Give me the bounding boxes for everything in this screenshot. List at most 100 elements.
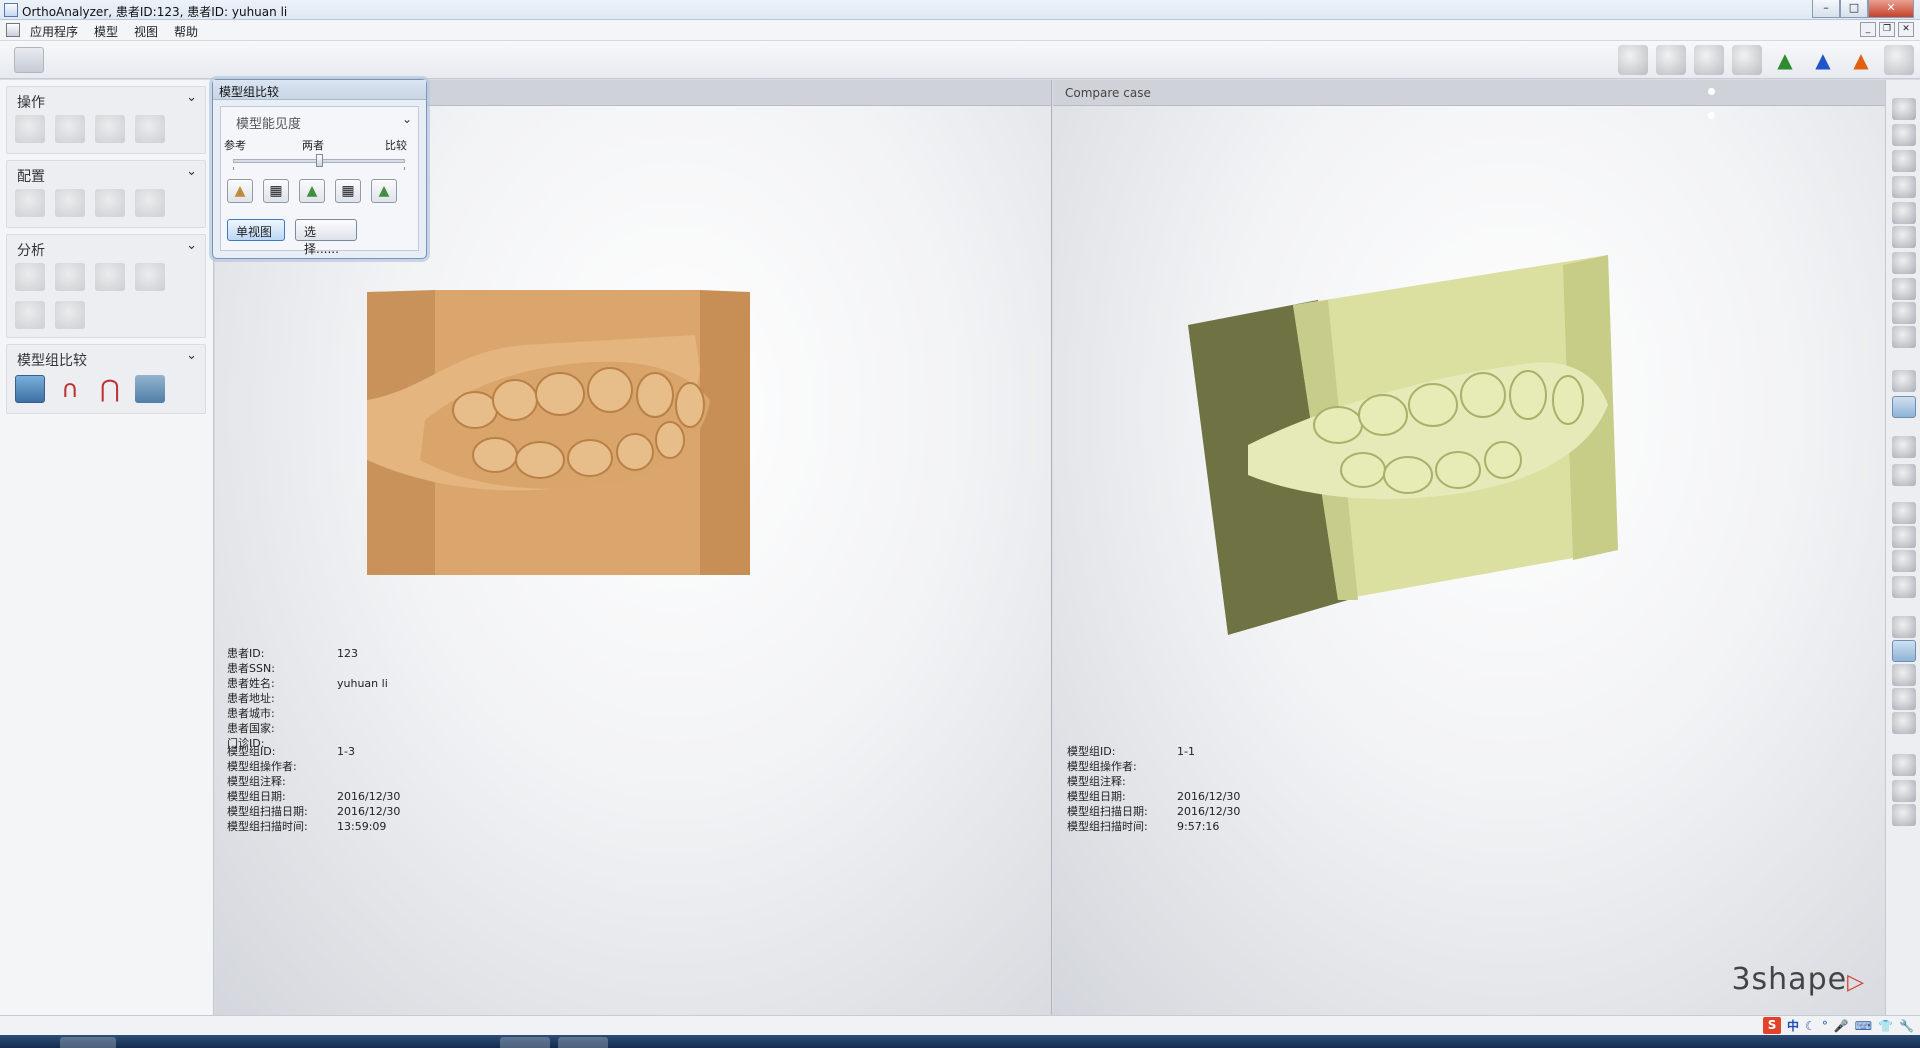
gear-model-icon[interactable]: [1694, 45, 1724, 75]
sogou-icon[interactable]: S: [1763, 1017, 1782, 1034]
ime-chinese-icon[interactable]: 中: [1787, 1017, 1799, 1034]
info-row: 模型组日期: 2016/12/30: [1067, 789, 1240, 804]
operate-icon-1[interactable]: [15, 115, 45, 143]
view-side-icon[interactable]: [1892, 202, 1916, 224]
menu-item-help[interactable]: 帮助: [172, 23, 200, 40]
camera-view-icon[interactable]: [1892, 396, 1916, 418]
cut-icon[interactable]: [1892, 464, 1916, 486]
both-models-icon[interactable]: ▲: [299, 179, 325, 203]
menu-item-view[interactable]: 视图: [132, 23, 160, 40]
cloud-model-icon[interactable]: [1732, 45, 1762, 75]
copy-icon[interactable]: [1892, 664, 1916, 686]
overlay-icon[interactable]: [135, 375, 165, 403]
cube-icon[interactable]: [1892, 712, 1916, 734]
taskbar-button[interactable]: [500, 1037, 550, 1048]
visibility-dropdown[interactable]: 模型能见度 ⌄: [224, 111, 416, 132]
model-box-icon[interactable]: [1618, 45, 1648, 75]
menu-item-model[interactable]: 模型: [92, 23, 120, 40]
compare-view-icon[interactable]: [15, 375, 45, 403]
taskbar-button[interactable]: [60, 1037, 116, 1048]
box-icon[interactable]: [1892, 550, 1916, 572]
compare-dental-model[interactable]: [1188, 255, 1708, 635]
document-icon[interactable]: [6, 23, 20, 37]
upper-jaw-icon[interactable]: [1892, 436, 1916, 458]
compare-transparent-icon[interactable]: ▦: [335, 179, 361, 203]
compare-viewport[interactable]: Compare case 模型组ID: 1-1 模型组操作者: 模型组注释: 模型组日期…: [1053, 80, 1885, 1015]
view-front-icon[interactable]: [1892, 124, 1916, 146]
section-model-compare-header[interactable]: 模型组比较 ⌄: [7, 345, 205, 369]
keyboard-icon[interactable]: ⌨: [1855, 1019, 1872, 1033]
mdi-restore-icon[interactable]: ❐: [1879, 22, 1895, 37]
magnify-1-1-icon[interactable]: [1892, 302, 1916, 324]
section-operations-header[interactable]: 操作 ⌄: [7, 87, 205, 111]
minimize-button[interactable]: –: [1812, 0, 1840, 18]
blue-a-icon[interactable]: ▲: [1808, 45, 1838, 75]
reference-dental-model[interactable]: [365, 290, 755, 580]
reference-transparent-icon[interactable]: ▦: [263, 179, 289, 203]
chevron-down-icon[interactable]: ⌄: [402, 112, 412, 126]
close-button[interactable]: ✕: [1868, 0, 1914, 18]
base-icon[interactable]: [55, 189, 85, 217]
layer-icon[interactable]: [1892, 616, 1916, 638]
rotate-icon[interactable]: [1892, 326, 1916, 348]
operate-icon-2[interactable]: [55, 115, 85, 143]
magnet-icon[interactable]: ∩: [55, 375, 85, 403]
green-a-icon[interactable]: ▲: [1770, 45, 1800, 75]
menu-item-application[interactable]: 应用程序: [28, 23, 80, 40]
print-icon[interactable]: [1884, 45, 1914, 75]
taskbar-button[interactable]: [558, 1037, 608, 1048]
microphone-icon[interactable]: 🎤: [1834, 1019, 1849, 1033]
reference-only-icon[interactable]: ▲: [227, 179, 253, 203]
hourglass-icon[interactable]: [95, 189, 125, 217]
punctuation-icon[interactable]: °: [1822, 1019, 1828, 1033]
select-button[interactable]: 选择......: [295, 219, 357, 256]
report-icon[interactable]: [135, 263, 165, 291]
bite-icon[interactable]: [1892, 576, 1916, 598]
frame-icon[interactable]: [1892, 526, 1916, 548]
arch-icon[interactable]: [1892, 502, 1916, 524]
chevron-down-icon[interactable]: ⌄: [186, 90, 197, 105]
section-analysis-header[interactable]: 分析 ⌄: [7, 235, 205, 259]
open-case-button[interactable]: [14, 47, 44, 73]
lower-jaw-icon[interactable]: [1892, 640, 1916, 662]
pan-icon[interactable]: [1892, 780, 1916, 802]
sphere-icon[interactable]: [1892, 370, 1916, 392]
ruler-icon[interactable]: [55, 263, 85, 291]
table-icon[interactable]: [15, 301, 45, 329]
view-top-icon[interactable]: [1892, 150, 1916, 172]
view-back-icon[interactable]: [1892, 176, 1916, 198]
wrench-icon[interactable]: 🔧: [1899, 1019, 1914, 1033]
shield-icon[interactable]: [55, 301, 85, 329]
tooth-shield-icon[interactable]: [1892, 226, 1916, 248]
moon-icon[interactable]: ☾: [1805, 1019, 1816, 1033]
compare-only-icon[interactable]: ▲: [371, 179, 397, 203]
magnify-a-icon[interactable]: [1892, 278, 1916, 300]
curve-icon[interactable]: [15, 263, 45, 291]
home-view-icon[interactable]: [1892, 98, 1916, 120]
magnet-red-icon[interactable]: ⋂: [95, 375, 125, 403]
chevron-down-icon[interactable]: ⌄: [186, 164, 197, 179]
mdi-close-icon[interactable]: ✕: [1898, 22, 1914, 37]
single-view-button[interactable]: 单视图: [227, 219, 285, 241]
map-icon[interactable]: [1892, 688, 1916, 710]
teeth-icon[interactable]: [1656, 45, 1686, 75]
maximize-button[interactable]: □: [1840, 0, 1868, 18]
info-row: 模型组注释:: [227, 774, 400, 789]
angle-icon[interactable]: [95, 263, 125, 291]
axis-icon[interactable]: [15, 189, 45, 217]
operate-icon-4[interactable]: [135, 115, 165, 143]
orange-a-icon[interactable]: ▲: [1846, 45, 1876, 75]
rotate-view-icon[interactable]: [1892, 754, 1916, 776]
section-configuration-header[interactable]: 配置 ⌄: [7, 161, 205, 185]
mdi-minimize-icon[interactable]: _: [1860, 22, 1876, 37]
skin-icon[interactable]: 👕: [1878, 1019, 1893, 1033]
zoom-icon[interactable]: [1892, 804, 1916, 826]
dialog-title[interactable]: 模型组比较: [213, 80, 426, 100]
visibility-slider-thumb[interactable]: [316, 154, 323, 167]
info-row: 患者姓名: yuhuan li: [227, 676, 388, 691]
operate-icon-3[interactable]: [95, 115, 125, 143]
chevron-down-icon[interactable]: ⌄: [186, 238, 197, 253]
tooth-icon[interactable]: [1892, 252, 1916, 274]
chevron-down-icon[interactable]: ⌄: [186, 348, 197, 363]
tooth-figure-icon[interactable]: [135, 189, 165, 217]
